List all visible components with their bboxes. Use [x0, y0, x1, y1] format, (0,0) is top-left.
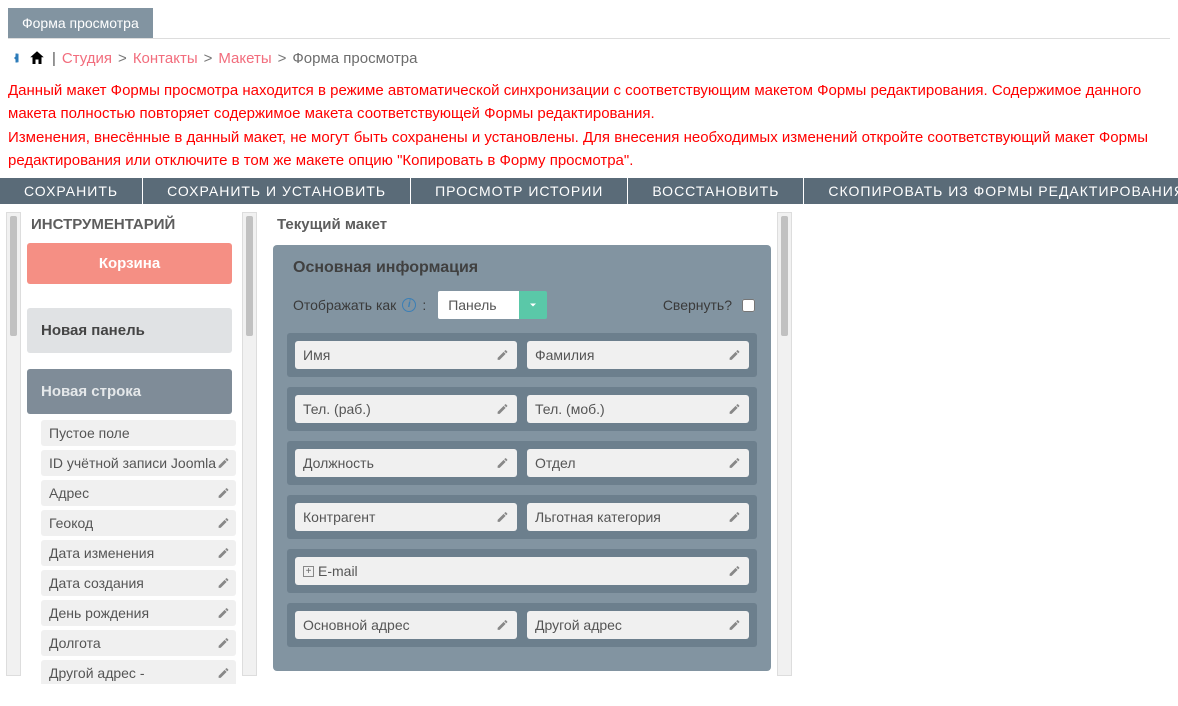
- plus-icon: +: [303, 566, 314, 577]
- breadcrumb-sep: >: [204, 50, 213, 67]
- pencil-icon[interactable]: [217, 577, 230, 590]
- trash-bin[interactable]: Корзина: [27, 243, 232, 284]
- scrollbar-layout[interactable]: [777, 212, 792, 676]
- breadcrumb-sep: >: [278, 50, 287, 67]
- breadcrumb: | Студия > Контакты > Макеты > Форма про…: [8, 49, 1170, 67]
- collapse-label: Свернуть?: [663, 297, 732, 313]
- toolbox-field[interactable]: Дата изменения: [41, 540, 236, 566]
- layout-panel-main: Основная информация Отображать как i : П…: [273, 245, 771, 671]
- pencil-icon[interactable]: [217, 667, 230, 680]
- pencil-icon[interactable]: [217, 547, 230, 560]
- display-as-value: Панель: [438, 291, 518, 319]
- display-as-colon: :: [422, 297, 426, 313]
- display-as-dropdown[interactable]: Панель: [438, 291, 546, 319]
- scrollbar-toolbox[interactable]: [242, 212, 257, 676]
- breadcrumb-sep: >: [118, 50, 127, 67]
- layout-field-slot[interactable]: Основной адрес: [295, 611, 517, 639]
- layout-column: Текущий макет Основная информация Отобра…: [267, 212, 777, 671]
- new-row[interactable]: Новая строка: [27, 369, 232, 414]
- pencil-icon[interactable]: [728, 403, 741, 416]
- collapse-checkbox[interactable]: [742, 299, 755, 312]
- toolbox-field[interactable]: ID учётной записи Joomla: [41, 450, 236, 476]
- toolbox-field[interactable]: Долгота: [41, 630, 236, 656]
- home-icon[interactable]: [28, 49, 46, 67]
- layout-field-slot[interactable]: Фамилия: [527, 341, 749, 369]
- pencil-icon[interactable]: [217, 637, 230, 650]
- toolbox-field[interactable]: День рождения: [41, 600, 236, 626]
- layout-field-slot[interactable]: Тел. (моб.): [527, 395, 749, 423]
- toolbox-field[interactable]: Другой адрес -: [41, 660, 236, 684]
- pencil-icon[interactable]: [728, 349, 741, 362]
- pencil-icon[interactable]: [496, 457, 509, 470]
- toolbox-field[interactable]: Дата создания: [41, 570, 236, 596]
- chevron-down-icon: [519, 291, 547, 319]
- layout-field-slot[interactable]: Льготная категория: [527, 503, 749, 531]
- layout-row[interactable]: Контрагент Льготная категория: [287, 495, 757, 539]
- breadcrumb-current: Форма просмотра: [292, 50, 417, 67]
- pencil-icon[interactable]: [728, 457, 741, 470]
- layout-field-slot[interactable]: +E-mail: [295, 557, 749, 585]
- action-save-deploy[interactable]: СОХРАНИТЬ И УСТАНОВИТЬ: [143, 178, 411, 204]
- layout-title: Текущий макет: [277, 216, 771, 233]
- pencil-icon[interactable]: [728, 619, 741, 632]
- layout-row[interactable]: Должность Отдел: [287, 441, 757, 485]
- breadcrumb-layouts[interactable]: Макеты: [218, 50, 271, 67]
- action-save[interactable]: СОХРАНИТЬ: [0, 178, 143, 204]
- display-as-label: Отображать как: [293, 297, 396, 313]
- toolbox-field[interactable]: Геокод: [41, 510, 236, 536]
- pencil-icon[interactable]: [496, 403, 509, 416]
- toolbox-title: ИНСТРУМЕНТАРИЙ: [31, 216, 236, 233]
- layout-field-slot[interactable]: Отдел: [527, 449, 749, 477]
- scrollbar-left[interactable]: [6, 212, 21, 676]
- layout-field-slot[interactable]: Должность: [295, 449, 517, 477]
- pencil-icon[interactable]: [496, 619, 509, 632]
- action-history[interactable]: ПРОСМОТР ИСТОРИИ: [411, 178, 628, 204]
- pencil-icon[interactable]: [217, 487, 230, 500]
- breadcrumb-contacts[interactable]: Контакты: [133, 50, 198, 67]
- pencil-icon[interactable]: [217, 517, 230, 530]
- action-bar: СОХРАНИТЬ СОХРАНИТЬ И УСТАНОВИТЬ ПРОСМОТ…: [0, 178, 1178, 204]
- tab-view-form[interactable]: Форма просмотра: [8, 8, 153, 38]
- pencil-icon[interactable]: [728, 511, 741, 524]
- sync-warning: Данный макет Формы просмотра находится в…: [8, 79, 1170, 172]
- pencil-icon[interactable]: [217, 457, 230, 470]
- layout-field-slot[interactable]: Имя: [295, 341, 517, 369]
- layout-row[interactable]: Основной адрес Другой адрес: [287, 603, 757, 647]
- pencil-icon[interactable]: [217, 607, 230, 620]
- toolbox-field[interactable]: Адрес: [41, 480, 236, 506]
- toolbox-field[interactable]: Пустое поле: [41, 420, 236, 446]
- panel-title: Основная информация: [293, 259, 757, 277]
- layout-row[interactable]: Тел. (раб.) Тел. (моб.): [287, 387, 757, 431]
- layout-row[interactable]: Имя Фамилия: [287, 333, 757, 377]
- breadcrumb-studio[interactable]: Студия: [62, 50, 112, 67]
- pencil-icon[interactable]: [496, 511, 509, 524]
- layout-row[interactable]: +E-mail: [287, 549, 757, 593]
- action-restore[interactable]: ВОССТАНОВИТЬ: [628, 178, 804, 204]
- toolbox: ИНСТРУМЕНТАРИЙ Корзина Новая панель Нова…: [27, 212, 242, 684]
- layout-field-slot[interactable]: Другой адрес: [527, 611, 749, 639]
- back-arrow-icon[interactable]: [8, 49, 26, 67]
- layout-field-slot[interactable]: Контрагент: [295, 503, 517, 531]
- pencil-icon[interactable]: [496, 349, 509, 362]
- breadcrumb-pipe: |: [52, 50, 56, 67]
- new-panel[interactable]: Новая панель: [27, 308, 232, 353]
- action-copy-from-edit[interactable]: СКОПИРОВАТЬ ИЗ ФОРМЫ РЕДАКТИРОВАНИЯ: [804, 178, 1178, 204]
- pencil-icon[interactable]: [728, 565, 741, 578]
- info-icon[interactable]: i: [402, 298, 416, 312]
- layout-field-slot[interactable]: Тел. (раб.): [295, 395, 517, 423]
